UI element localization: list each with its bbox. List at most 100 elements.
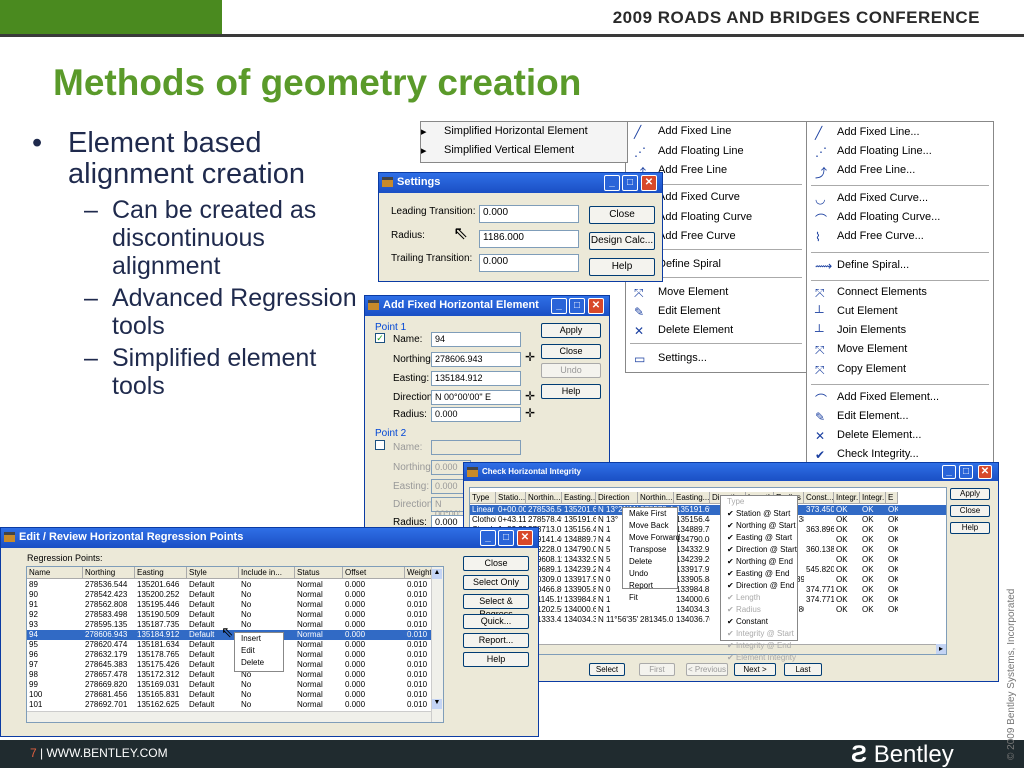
regression-col-header[interactable]: Easting bbox=[135, 567, 187, 579]
regression-button-1[interactable]: Select Only bbox=[463, 575, 529, 590]
menu3-item-10[interactable]: Move Element bbox=[837, 343, 907, 355]
menu3-item-13[interactable]: Edit Element... bbox=[837, 410, 909, 422]
menu3-item-15[interactable]: Check Integrity... bbox=[837, 448, 919, 460]
pick-radius-icon[interactable]: ✛ bbox=[525, 406, 535, 420]
column-toggle-item[interactable]: ✔ Length bbox=[721, 592, 797, 604]
integrity-col-header[interactable]: E bbox=[886, 492, 898, 504]
menu3-item-0[interactable]: Add Fixed Line... bbox=[837, 126, 920, 138]
column-toggle-item[interactable]: ✔ Direction @ Start bbox=[721, 544, 797, 556]
integrity-col-header[interactable]: Statio... bbox=[496, 492, 526, 504]
menu2-item-3[interactable]: Add Fixed Curve bbox=[658, 191, 740, 203]
minimize-icon[interactable]: _ bbox=[604, 175, 620, 191]
regression-ctx-item[interactable]: Insert bbox=[235, 633, 283, 645]
column-toggle-item[interactable]: ✔ Constant bbox=[721, 616, 797, 628]
regression-row[interactable]: 92 278583.498 135190.509 Default No Normal 0.0… bbox=[27, 610, 443, 620]
menu3-item-14[interactable]: Delete Element... bbox=[837, 429, 921, 441]
menu2-item-2[interactable]: Add Free Line bbox=[658, 164, 727, 176]
nav-first-button[interactable]: First bbox=[639, 663, 675, 676]
horizontal-scrollbar[interactable] bbox=[470, 644, 946, 654]
integrity-row[interactable]: 279228.05...134790.06...N 5134332.91...3… bbox=[470, 545, 946, 555]
close-icon[interactable]: ✕ bbox=[588, 298, 604, 314]
column-toggle-item[interactable]: ✔ Direction @ End bbox=[721, 580, 797, 592]
pick-point-icon[interactable]: ✛ bbox=[525, 350, 535, 364]
regression-ctx-item[interactable]: Delete bbox=[235, 657, 283, 669]
close-icon[interactable]: ✕ bbox=[978, 465, 992, 479]
integrity-ctx-item[interactable]: Move Back bbox=[623, 520, 677, 532]
column-toggle-item[interactable]: ✔ Integrity @ End bbox=[721, 640, 797, 652]
menu3-item-6[interactable]: Define Spiral... bbox=[837, 259, 909, 271]
menu3-item-8[interactable]: Cut Element bbox=[837, 305, 898, 317]
regression-row[interactable]: 89 278536.544 135201.646 Default No Normal 0.0… bbox=[27, 580, 443, 590]
regression-button-2[interactable]: Select & Regress bbox=[463, 594, 529, 619]
regression-row[interactable]: 93 278595.135 135187.735 Default No Normal 0.0… bbox=[27, 620, 443, 630]
nav-next-button[interactable]: Next > bbox=[734, 663, 776, 676]
integrity-row[interactable]: 279608.11...134332.91...N 5134239.26...1… bbox=[470, 555, 946, 565]
menu3-item-2[interactable]: Add Free Line... bbox=[837, 164, 915, 176]
regression-row[interactable]: 101 278692.701 135162.625 Default No Normal 0.… bbox=[27, 700, 443, 710]
column-toggle-item[interactable]: ✔ Northing @ Start bbox=[721, 520, 797, 532]
close-icon[interactable]: ✕ bbox=[641, 175, 657, 191]
regression-col-header[interactable]: Include in... bbox=[239, 567, 295, 579]
menu2-item-8[interactable]: Edit Element bbox=[658, 305, 720, 317]
integrity-ctx-item[interactable]: Undo bbox=[623, 568, 677, 580]
horizontal-scrollbar[interactable] bbox=[27, 711, 431, 722]
point1-checkbox[interactable]: ✓ bbox=[375, 333, 385, 343]
nav-last-button[interactable]: Last bbox=[784, 663, 822, 676]
column-toggle-item[interactable]: ✔ Easting @ End bbox=[721, 568, 797, 580]
integrity-col-header[interactable]: Direction bbox=[596, 492, 638, 504]
regression-button-0[interactable]: Close bbox=[463, 556, 529, 571]
menu3-item-7[interactable]: Connect Elements bbox=[837, 286, 927, 298]
integrity-row[interactable]: Linear0+00.00278536.54...135201.65...N 1… bbox=[470, 505, 946, 515]
regression-button-5[interactable]: Help bbox=[463, 652, 529, 667]
integrity-row[interactable]: 279141.40...134889.75...N 4134790.06...O… bbox=[470, 535, 946, 545]
regression-button-4[interactable]: Report... bbox=[463, 633, 529, 648]
menu2-item-7[interactable]: Move Element bbox=[658, 286, 728, 298]
regression-ctx-item[interactable]: Edit bbox=[235, 645, 283, 657]
column-toggle-item[interactable]: Type bbox=[721, 496, 797, 508]
help-button[interactable]: Help bbox=[541, 384, 601, 399]
menu3-item-5[interactable]: Add Free Curve... bbox=[837, 230, 924, 242]
close-icon[interactable]: ✕ bbox=[517, 530, 533, 546]
integrity-row[interactable]: Clothoid0+43.11278578.49...135191.69...N… bbox=[470, 515, 946, 525]
regression-row[interactable]: 100 278681.456 135165.831 Default No Normal 0.… bbox=[27, 690, 443, 700]
column-toggle-item[interactable]: ✔ Radius bbox=[721, 604, 797, 616]
integrity-col-header[interactable]: Easting... bbox=[674, 492, 710, 504]
integrity-col-header[interactable]: Northin... bbox=[638, 492, 674, 504]
trailing-transition-input[interactable]: 0.000 bbox=[479, 254, 579, 272]
p2-name-input[interactable] bbox=[431, 440, 521, 455]
minimize-icon[interactable]: _ bbox=[551, 298, 567, 314]
maximize-icon[interactable]: □ bbox=[569, 298, 585, 314]
menu2-item-1[interactable]: Add Floating Line bbox=[658, 145, 744, 157]
maximize-icon[interactable]: □ bbox=[959, 465, 973, 479]
integrity-col-header[interactable]: Integr... bbox=[860, 492, 886, 504]
column-toggle-item[interactable]: ✔ Easting @ Start bbox=[721, 532, 797, 544]
minimize-icon[interactable]: _ bbox=[480, 530, 496, 546]
direction-input[interactable]: N 00°00'00" E bbox=[431, 390, 521, 405]
scroll-down-icon[interactable]: ▼ bbox=[432, 699, 442, 709]
footer-url[interactable]: | WWW.BENTLEY.COM bbox=[40, 746, 168, 760]
menu2-item-9[interactable]: Delete Element bbox=[658, 324, 733, 336]
integrity-help-button[interactable]: Help bbox=[950, 522, 990, 534]
nav-select-button[interactable]: Select bbox=[589, 663, 625, 676]
pick-direction-icon[interactable]: ✛ bbox=[525, 389, 535, 403]
integrity-ctx-item[interactable]: Delete bbox=[623, 556, 677, 568]
integrity-col-header[interactable]: Const... bbox=[804, 492, 834, 504]
menu2-item-0[interactable]: Add Fixed Line bbox=[658, 125, 731, 137]
maximize-icon[interactable]: □ bbox=[498, 530, 514, 546]
integrity-ctx-item[interactable]: Transpose bbox=[623, 544, 677, 556]
regression-col-header[interactable]: Offset bbox=[343, 567, 405, 579]
integrity-row[interactable]: 281145.19...133984.81...N 1134000.63...3… bbox=[470, 595, 946, 605]
minimize-icon[interactable]: _ bbox=[942, 465, 956, 479]
regression-col-header[interactable]: Name bbox=[27, 567, 83, 579]
integrity-ctx-item[interactable]: Make First bbox=[623, 508, 677, 520]
regression-row[interactable]: 99 278669.820 135169.031 Default No Normal 0.0… bbox=[27, 680, 443, 690]
menu3-item-1[interactable]: Add Floating Line... bbox=[837, 145, 932, 157]
menu2-item-4[interactable]: Add Floating Curve bbox=[658, 211, 752, 223]
regression-row[interactable]: 91 278562.808 135195.446 Default No Normal 0.0… bbox=[27, 600, 443, 610]
name-input[interactable]: 94 bbox=[431, 332, 521, 347]
regression-col-header[interactable]: Style bbox=[187, 567, 239, 579]
menu3-item-12[interactable]: Add Fixed Element... bbox=[837, 391, 939, 403]
radius-input[interactable]: 0.000 bbox=[431, 407, 521, 422]
menu2-item-6[interactable]: Define Spiral bbox=[658, 258, 721, 270]
integrity-ctx-item[interactable]: Move Forward bbox=[623, 532, 680, 544]
